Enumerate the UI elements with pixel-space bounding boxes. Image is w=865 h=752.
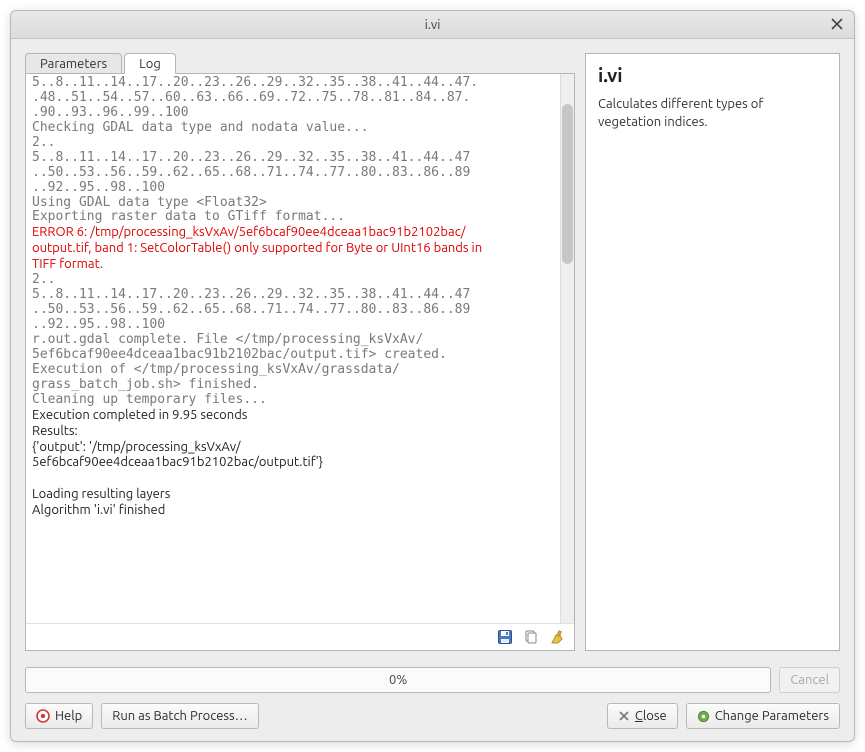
tab-log[interactable]: Log	[124, 53, 176, 74]
log-scrollbar[interactable]	[560, 74, 574, 623]
change-parameters-button[interactable]: Change Parameters	[686, 703, 840, 729]
help-description: Calculates different types of vegetation…	[598, 96, 827, 131]
help-icon	[36, 709, 50, 723]
save-icon[interactable]	[496, 628, 514, 646]
help-button[interactable]: Help	[25, 703, 93, 729]
tab-parameters[interactable]: Parameters	[25, 53, 122, 74]
close-button[interactable]: Close	[607, 703, 678, 729]
progress-text: 0%	[389, 673, 407, 687]
run-batch-button[interactable]: Run as Batch Process…	[101, 703, 258, 729]
close-icon[interactable]	[828, 15, 846, 33]
help-panel: i.vi Calculates different types of veget…	[585, 53, 840, 651]
copy-icon[interactable]	[522, 628, 540, 646]
log-toolbar	[26, 623, 574, 650]
log-output: 5..8..11..14..17..20..23..26..29..32..35…	[26, 74, 560, 623]
scrollbar-thumb[interactable]	[562, 104, 573, 264]
help-heading: i.vi	[598, 64, 827, 86]
window-title: i.vi	[425, 18, 441, 32]
gear-icon	[697, 710, 710, 723]
tab-bar: Parameters Log	[25, 53, 575, 74]
clear-icon[interactable]	[548, 628, 566, 646]
progress-bar: 0%	[25, 667, 771, 693]
titlebar: i.vi	[11, 11, 854, 39]
cancel-icon	[618, 710, 630, 722]
cancel-button: Cancel	[779, 667, 840, 693]
